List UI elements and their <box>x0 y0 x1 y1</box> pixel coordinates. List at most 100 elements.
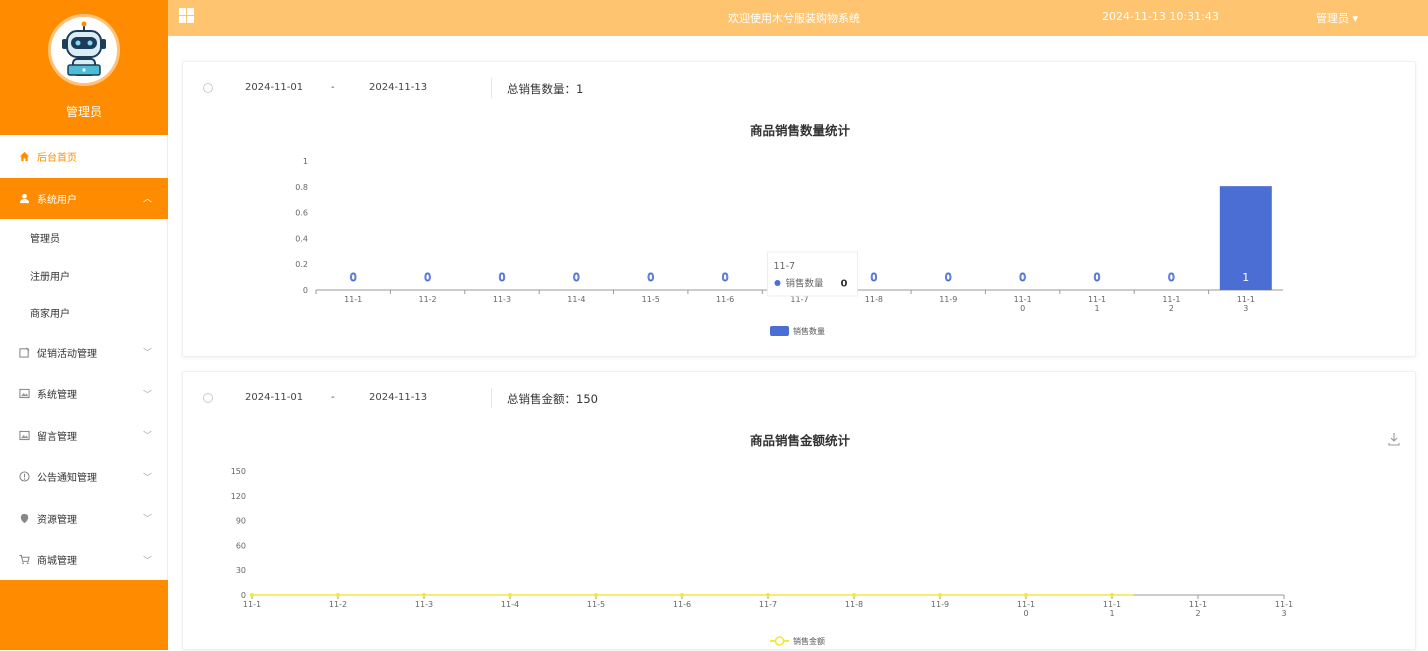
data-point <box>938 593 942 597</box>
chevron-down-icon: ﹀ <box>142 390 152 401</box>
x-tick-label: 11-3 <box>493 295 511 304</box>
x-tick-label: 11-1 2 <box>1189 600 1207 618</box>
sidebar-item-label: 资源管理 <box>37 514 77 526</box>
sidebar-item-label: 系统用户 <box>37 194 77 206</box>
y-tick-label: 1 <box>303 157 308 166</box>
current-datetime: 2024-11-13 10:31:43 <box>1102 10 1219 23</box>
sidebar-item-label: 促销活动管理 <box>37 348 97 360</box>
tooltip-series-name: 销售数量 <box>786 278 825 290</box>
sidebar-item-announcements[interactable]: 公告通知管理 ﹀ <box>0 456 168 498</box>
data-point <box>680 593 684 597</box>
x-tick-label: 11-1 0 <box>1017 600 1035 618</box>
y-tick-label: 90 <box>236 517 246 526</box>
data-label: 0 <box>945 271 952 284</box>
user-icon <box>18 192 30 204</box>
top-bar: 欢迎使用木兮服装购物系统 2024-11-13 10:31:43 管理员 ▾ <box>168 0 1428 36</box>
sidebar-item-label: 公告通知管理 <box>37 473 97 485</box>
legend-swatch <box>770 326 789 336</box>
sidebar-subitem-registered-users[interactable]: 注册用户 <box>0 257 168 295</box>
data-label: 1 <box>1242 271 1249 284</box>
sales-quantity-chart: 00.20.40.60.8111-1011-2011-3011-4011-501… <box>295 157 1283 336</box>
sidebar-footer <box>0 580 168 650</box>
data-point <box>594 593 598 597</box>
x-tick-label: 11-6 <box>716 295 734 304</box>
y-tick-label: 60 <box>236 541 246 550</box>
data-label: 0 <box>350 271 357 284</box>
data-point <box>508 593 512 597</box>
sidebar-subitem-admin[interactable]: 管理员 <box>0 219 168 257</box>
chevron-down-icon: ﹀ <box>142 556 152 567</box>
legend-label: 销售数量 <box>793 326 825 336</box>
sidebar-item-system-management[interactable]: 系统管理 ﹀ <box>0 373 168 415</box>
x-tick-label: 11-1 1 <box>1088 295 1106 313</box>
y-tick-label: 120 <box>231 492 246 501</box>
sales-amount-chart: 0 30 60 90 120 150 11-1 11-2 11-3 11-4 11-5 11-6 11-… <box>231 467 1293 646</box>
tooltip-value: 0 <box>841 279 848 290</box>
data-label: 0 <box>573 271 580 284</box>
data-label: 0 <box>722 271 729 284</box>
x-tick-label: 11-4 <box>501 600 519 609</box>
x-tick-label: 11-7 <box>759 600 777 609</box>
data-point <box>422 593 426 597</box>
sidebar-item-mall[interactable]: 商城管理 ﹀ <box>0 539 168 581</box>
sidebar-item-label: 后台首页 <box>37 153 77 165</box>
x-tick-label: 11-5 <box>642 295 660 304</box>
sidebar-subitem-merchant-users[interactable]: 商家用户 <box>0 294 168 332</box>
sidebar-item-label: 留言管理 <box>37 431 77 443</box>
x-tick-label: 11-2 <box>329 600 347 609</box>
chevron-down-icon: ﹀ <box>142 473 152 484</box>
sidebar-item-promotions[interactable]: 促销活动管理 ﹀ <box>0 332 168 374</box>
legend-marker <box>774 636 785 646</box>
system-title: 欢迎使用木兮服装购物系统 <box>728 12 860 25</box>
x-tick-label: 11-8 <box>865 295 883 304</box>
image-icon <box>18 429 30 441</box>
x-tick-label: 11-1 1 <box>1103 600 1121 618</box>
avatar <box>48 14 120 86</box>
sidebar-item-resources[interactable]: 资源管理 ﹀ <box>0 498 168 540</box>
x-tick-label: 11-9 <box>931 600 949 609</box>
data-point <box>1024 593 1028 597</box>
menu-grid-icon[interactable] <box>179 8 194 23</box>
sales-quantity-panel: 2024-11-01 - 2024-11-13 总销售数量：1 商品销售数量统计… <box>182 61 1416 357</box>
y-tick-label: 0.4 <box>295 234 308 243</box>
chevron-down-icon: ﹀ <box>142 348 152 359</box>
note-icon <box>18 346 30 358</box>
sidebar-menu: 后台首页 系统用户 ︿ 管理员 注册用户 商家用户 促销活动管理 ﹀ 系统管理 … <box>0 136 168 581</box>
y-tick-label: 0 <box>241 591 246 600</box>
x-tick-label: 11-5 <box>587 600 605 609</box>
sidebar-item-label: 商城管理 <box>37 556 77 568</box>
x-tick-label: 11-1 <box>243 600 261 609</box>
data-label: 0 <box>1168 271 1175 284</box>
tooltip-category: 11-7 <box>774 261 796 272</box>
image-icon <box>18 388 30 400</box>
data-point <box>766 593 770 597</box>
x-tick-label: 11-4 <box>567 295 585 304</box>
data-label: 0 <box>647 271 654 284</box>
y-tick-label: 150 <box>231 467 246 476</box>
y-tick-label: 30 <box>236 566 246 575</box>
data-point <box>1110 593 1114 597</box>
y-tick-label: 0.2 <box>295 260 308 269</box>
legend-label: 销售金额 <box>793 636 825 646</box>
x-tick-label: 11-1 3 <box>1237 295 1255 313</box>
user-dropdown[interactable]: 管理员 ▾ <box>1316 10 1358 26</box>
sidebar-header: 管理员 <box>0 0 168 135</box>
cart-icon <box>18 554 30 566</box>
tooltip-marker <box>774 280 781 286</box>
x-tick-label: 11-1 0 <box>1014 295 1032 313</box>
x-tick-label: 11-2 <box>418 295 436 304</box>
data-label: 0 <box>1094 271 1101 284</box>
y-tick-label: 0.8 <box>295 183 308 192</box>
x-tick-label: 11-1 <box>344 295 362 304</box>
chevron-down-icon: ﹀ <box>142 431 152 442</box>
sidebar-username: 管理员 <box>65 105 102 119</box>
chevron-up-icon: ︿ <box>142 194 152 205</box>
sidebar-item-system-users[interactable]: 系统用户 ︿ <box>0 177 168 219</box>
sidebar-item-label: 系统管理 <box>37 390 77 402</box>
x-tick-label: 11-9 <box>939 295 957 304</box>
info-icon <box>18 471 30 483</box>
sidebar-item-home[interactable]: 后台首页 <box>0 136 168 178</box>
sidebar-item-messages[interactable]: 留言管理 ﹀ <box>0 415 168 457</box>
data-point <box>852 593 856 597</box>
home-icon <box>18 151 30 163</box>
